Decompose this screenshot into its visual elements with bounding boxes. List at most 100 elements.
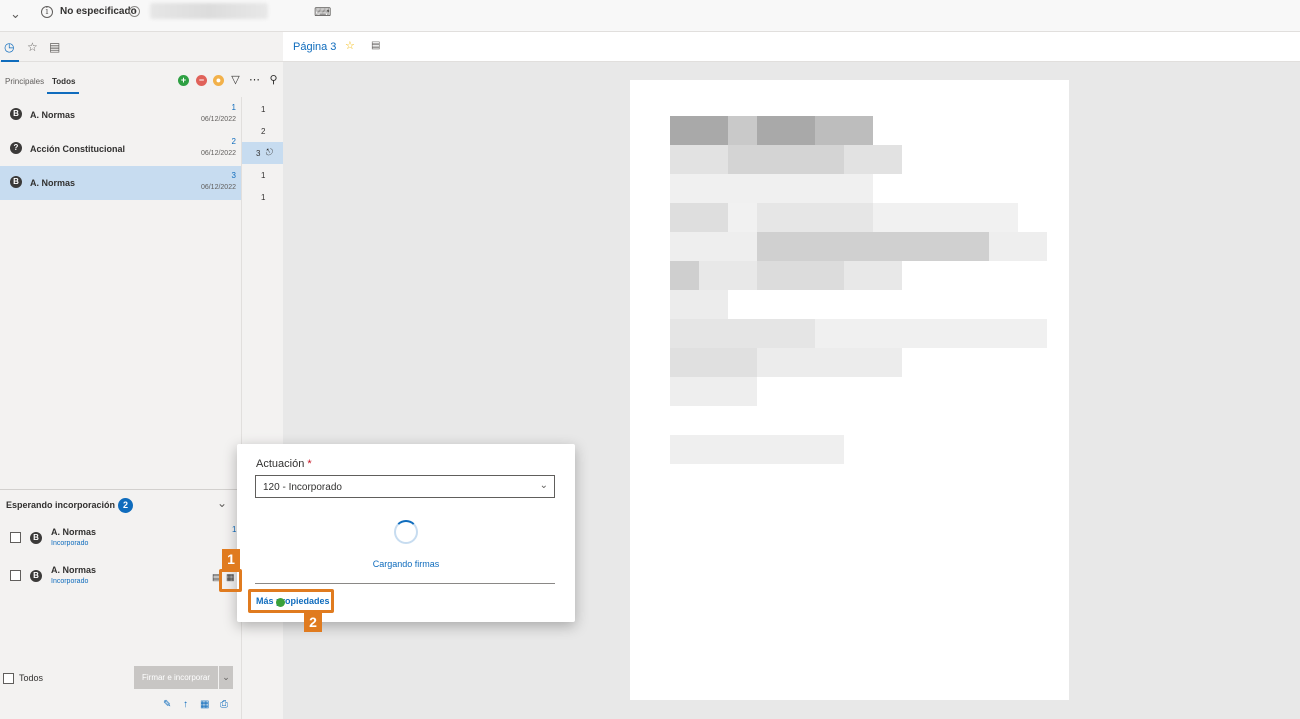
status-label: No especificado — [60, 6, 137, 17]
page-number-item[interactable]: 2 — [242, 120, 283, 142]
chevron-down-icon[interactable]: ⌄ — [217, 496, 227, 510]
redacted-block — [670, 174, 873, 203]
redacted-block — [670, 261, 699, 290]
info-icon: i — [41, 6, 53, 18]
item-date: 06/12/2022 — [200, 116, 236, 123]
tab-todos[interactable]: Todos — [46, 77, 80, 94]
item-number: 1 — [231, 103, 236, 112]
list-item[interactable]: ? Acción Constitucional 2 06/12/2022 — [0, 132, 241, 166]
callout-number-2: 2 — [304, 612, 322, 632]
redacted-block — [757, 203, 873, 232]
loading-text: Cargando firmas — [372, 559, 440, 569]
page-number: 1 — [261, 171, 266, 180]
callout-number-1: 1 — [222, 549, 240, 569]
more-options-icon[interactable]: ⋯ — [249, 75, 260, 86]
required-mark: * — [307, 458, 312, 470]
callout-highlight-1 — [219, 569, 242, 592]
document-type-icon: B — [10, 176, 22, 188]
waiting-list-item[interactable]: B A. Normas Incorporado ▤ ▦ — [0, 558, 241, 594]
top-bar: ⌄ i No especificado i ⌨ — [0, 0, 1300, 32]
item-date: 06/12/2022 — [200, 150, 236, 157]
collapse-icon[interactable]: ⌄ — [10, 6, 21, 22]
page-title: Página 3 — [293, 41, 337, 53]
page-number: 3 — [256, 149, 261, 158]
redacted-block — [670, 348, 757, 377]
page-header: Página 3 ☆ ▤ — [283, 32, 1300, 62]
item-checkbox[interactable] — [10, 570, 21, 581]
loading-spinner-icon — [394, 520, 418, 544]
page-number: 1 — [261, 105, 266, 114]
waiting-title: Esperando incorporación — [6, 500, 116, 510]
sign-dropdown-chevron-icon[interactable]: ⌄ — [218, 666, 233, 689]
lock-icon: ⎋ — [265, 147, 273, 157]
waiting-count-badge: 2 — [118, 498, 133, 513]
page-number-item[interactable]: 1 — [242, 186, 283, 208]
item-checkbox[interactable] — [10, 532, 21, 543]
item-status: Incorporado — [51, 540, 89, 547]
mouse-cursor-icon — [276, 598, 285, 607]
redacted-field — [150, 3, 268, 19]
actuacion-label: Actuación * — [256, 458, 312, 470]
select-all-label: Todos — [19, 673, 44, 683]
remove-icon[interactable]: − — [196, 75, 207, 86]
item-number: 3 — [231, 171, 236, 180]
left-panel-icon-bar: ◷ ☆ ▤ — [0, 32, 283, 62]
redacted-block — [670, 319, 815, 348]
redacted-block — [728, 116, 757, 145]
hierarchy-icon[interactable]: ⌨ — [314, 5, 331, 19]
edit-document-icon[interactable]: ✎ — [163, 699, 171, 710]
item-number: 2 — [231, 137, 236, 146]
document-type-icon: B — [10, 108, 22, 120]
item-status: Incorporado — [51, 578, 89, 585]
page-number: 2 — [261, 127, 266, 136]
comment-icon[interactable]: ▤ — [49, 40, 60, 54]
callout-highlight-2 — [248, 589, 334, 613]
clock-icon[interactable]: ◷ — [0, 40, 20, 62]
actuacion-label-text: Actuación — [256, 458, 305, 470]
item-title: A. Normas — [51, 565, 97, 575]
page-column: 1 2 3 ⎋ 1 1 — [241, 97, 283, 719]
add-icon[interactable]: + — [178, 75, 189, 86]
item-number: 1 — [232, 525, 237, 534]
question-icon: ? — [10, 142, 22, 154]
tab-principales[interactable]: Principales — [5, 77, 44, 86]
redacted-block — [815, 116, 873, 145]
item-title: A. Normas — [51, 527, 97, 537]
redacted-block — [670, 290, 728, 319]
list-item-selected[interactable]: B A. Normas 3 06/12/2022 — [0, 166, 241, 200]
search-icon[interactable]: ⚲ — [268, 75, 279, 86]
document-page — [630, 80, 1069, 700]
favorite-star-icon[interactable]: ☆ — [345, 39, 355, 52]
item-title: Acción Constitucional — [30, 144, 126, 154]
redacted-block — [757, 232, 989, 261]
actuacion-select-value: 120 - Incorporado — [263, 482, 342, 493]
page-number: 1 — [261, 193, 266, 202]
item-date: 06/12/2022 — [200, 184, 236, 191]
star-icon[interactable]: ☆ — [27, 40, 38, 54]
document-search-icon[interactable]: ▦ — [200, 699, 209, 710]
chevron-down-icon: ⌄ — [539, 480, 548, 491]
document-type-icon: B — [30, 570, 42, 582]
print-icon[interactable]: ⎙ — [220, 699, 228, 710]
actuacion-select[interactable]: 120 - Incorporado ⌄ — [255, 475, 555, 498]
document-type-icon: B — [30, 532, 42, 544]
page-number-item[interactable]: 1 — [242, 164, 283, 186]
redacted-block — [670, 377, 757, 406]
divider — [255, 583, 555, 584]
waiting-list-item[interactable]: B A. Normas Incorporado 1 — [0, 520, 241, 556]
sign-and-incorporate-button[interactable]: Firmar e incorporar — [134, 666, 218, 689]
redacted-block — [670, 435, 844, 464]
page-number-item[interactable]: 1 — [242, 98, 283, 120]
redacted-block — [757, 261, 844, 290]
mark-icon[interactable]: ● — [213, 75, 224, 86]
page-number-item-selected[interactable]: 3 ⎋ — [242, 142, 283, 164]
status-info-icon[interactable]: i — [129, 6, 140, 17]
filter-icon[interactable]: ▽ — [230, 75, 241, 86]
comment-icon[interactable]: ▤ — [371, 40, 380, 51]
redacted-block — [728, 145, 844, 174]
item-title: A. Normas — [30, 110, 76, 120]
item-title: A. Normas — [30, 178, 76, 188]
list-item[interactable]: B A. Normas 1 06/12/2022 — [0, 98, 241, 132]
select-all-checkbox[interactable] — [3, 673, 14, 684]
upload-icon[interactable]: ↑ — [183, 699, 188, 710]
